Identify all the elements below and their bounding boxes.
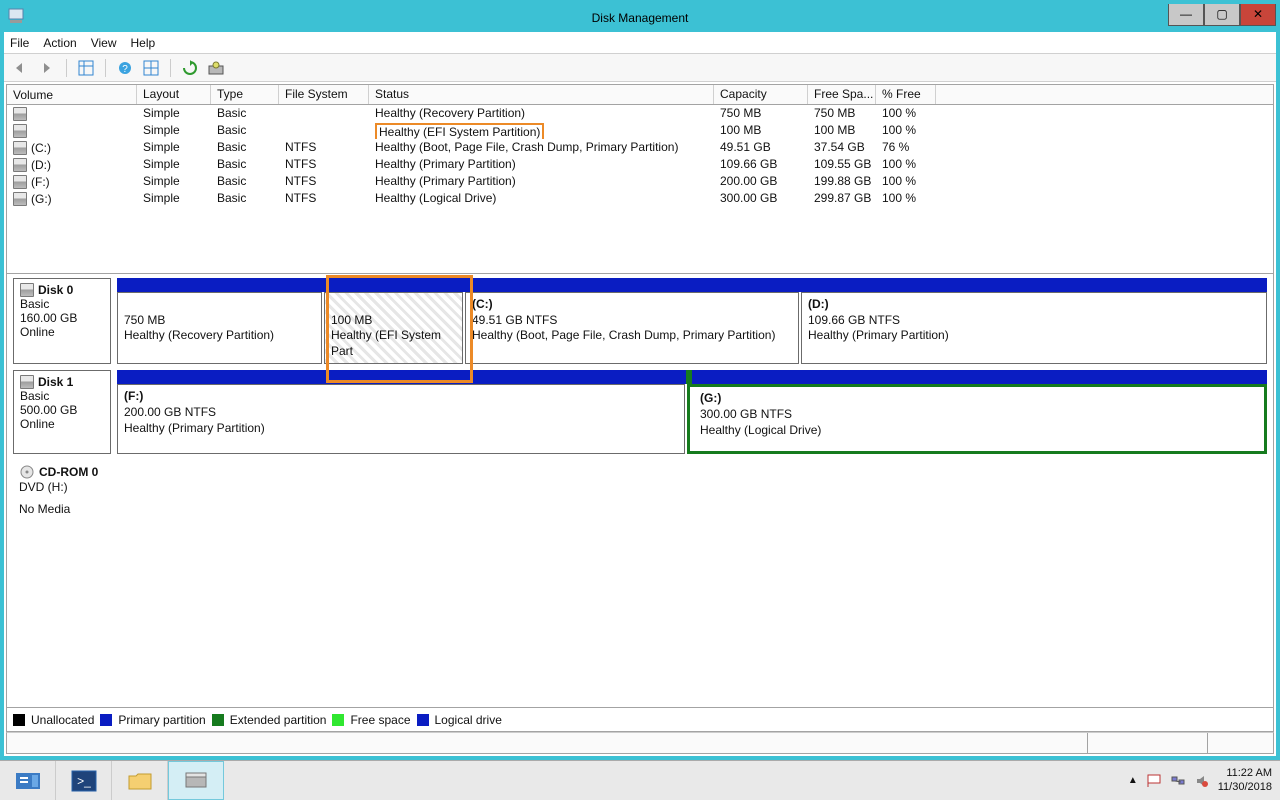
drive-icon — [13, 141, 27, 155]
disk1-stripe — [117, 370, 1267, 384]
volume-row[interactable]: (F:)SimpleBasicNTFSHealthy (Primary Part… — [7, 173, 1273, 190]
window-title: Disk Management — [592, 11, 689, 25]
disk0-title: Disk 0 — [38, 283, 73, 297]
volume-row[interactable]: (C:)SimpleBasicNTFSHealthy (Boot, Page F… — [7, 139, 1273, 156]
disk1-part-g[interactable]: (G:) 300.00 GB NTFS Healthy (Logical Dri… — [687, 384, 1267, 454]
drive-icon — [13, 158, 27, 172]
volume-list[interactable]: Volume Layout Type File System Status Ca… — [6, 84, 1274, 274]
disk0-part-c[interactable]: (C:) 49.51 GB NTFS Healthy (Boot, Page F… — [465, 292, 799, 364]
volume-rows: SimpleBasicHealthy (Recovery Partition)7… — [7, 105, 1273, 207]
disk0-part-d[interactable]: (D:) 109.66 GB NTFS Healthy (Primary Par… — [801, 292, 1267, 364]
start-button[interactable] — [0, 761, 56, 800]
maximize-button[interactable]: ▢ — [1204, 4, 1240, 26]
volume-row[interactable]: SimpleBasicHealthy (EFI System Partition… — [7, 122, 1273, 139]
refresh-icon[interactable] — [179, 57, 201, 79]
disk1-track: (F:) 200.00 GB NTFS Healthy (Primary Par… — [117, 370, 1267, 454]
disk0-size: 160.00 GB — [20, 311, 104, 325]
column-volume[interactable]: Volume — [7, 85, 137, 104]
menubar: File Action View Help — [4, 32, 1276, 54]
disk0-stripe — [117, 278, 1267, 292]
view-list-icon[interactable] — [75, 57, 97, 79]
legend: Unallocated Primary partition Extended p… — [6, 708, 1274, 732]
disk1-title: Disk 1 — [38, 375, 73, 389]
content-area: Volume Layout Type File System Status Ca… — [4, 82, 1276, 756]
volume-row[interactable]: (G:)SimpleBasicNTFSHealthy (Logical Driv… — [7, 190, 1273, 207]
volume-name: (G:) — [31, 192, 52, 206]
grid-icon[interactable] — [140, 57, 162, 79]
drive-icon — [13, 107, 27, 121]
cdrom-info: CD-ROM 0 DVD (H:) No Media — [13, 460, 213, 530]
tray-flag-icon[interactable] — [1146, 773, 1162, 789]
column-capacity[interactable]: Capacity — [714, 85, 808, 104]
column-type[interactable]: Type — [211, 85, 279, 104]
cdrom-icon — [19, 464, 35, 480]
disk-row-1[interactable]: Disk 1 Basic 500.00 GB Online (F:) 200.0… — [13, 370, 1267, 454]
drive-icon — [13, 124, 27, 138]
disk0-part-efi[interactable]: 100 MB Healthy (EFI System Part — [324, 292, 463, 364]
cdrom-title: CD-ROM 0 — [39, 465, 98, 479]
disk-icon — [20, 375, 34, 389]
column-layout[interactable]: Layout — [137, 85, 211, 104]
volume-row[interactable]: (D:)SimpleBasicNTFSHealthy (Primary Part… — [7, 156, 1273, 173]
column-pctfree[interactable]: % Free — [876, 85, 936, 104]
close-button[interactable]: ✕ — [1240, 4, 1276, 26]
disk0-info: Disk 0 Basic 160.00 GB Online — [13, 278, 111, 364]
app-window: Disk Management — ▢ ✕ File Action View H… — [0, 0, 1280, 760]
forward-button[interactable] — [36, 57, 58, 79]
clock-time: 11:22 AM — [1218, 767, 1272, 780]
disk-row-0[interactable]: Disk 0 Basic 160.00 GB Online 750 MB Hea… — [13, 278, 1267, 364]
column-free[interactable]: Free Spa... — [808, 85, 876, 104]
swatch-primary — [100, 714, 112, 726]
drive-icon — [13, 175, 27, 189]
volume-name: (D:) — [31, 158, 51, 172]
disk1-info: Disk 1 Basic 500.00 GB Online — [13, 370, 111, 454]
swatch-logical — [417, 714, 429, 726]
disk0-part-recovery[interactable]: 750 MB Healthy (Recovery Partition) — [117, 292, 322, 364]
titlebar[interactable]: Disk Management — ▢ ✕ — [4, 4, 1276, 32]
clock-date: 11/30/2018 — [1218, 781, 1272, 794]
disk0-type: Basic — [20, 297, 104, 311]
volume-header-row: Volume Layout Type File System Status Ca… — [7, 85, 1273, 105]
app-icon — [8, 8, 24, 24]
swatch-free — [332, 714, 344, 726]
swatch-extended — [212, 714, 224, 726]
volume-name: (F:) — [31, 175, 50, 189]
statusbar — [6, 732, 1274, 754]
task-explorer[interactable] — [112, 761, 168, 800]
disk0-track: 750 MB Healthy (Recovery Partition) 100 … — [117, 278, 1267, 364]
toolbar: ? — [4, 54, 1276, 82]
menu-view[interactable]: View — [91, 36, 117, 50]
minimize-button[interactable]: — — [1168, 4, 1204, 26]
taskbar[interactable]: >_ ▲ 11:22 AM 11/30/2018 — [0, 760, 1280, 800]
menu-help[interactable]: Help — [131, 36, 156, 50]
volume-row[interactable]: SimpleBasicHealthy (Recovery Partition)7… — [7, 105, 1273, 122]
task-powershell[interactable]: >_ — [56, 761, 112, 800]
svg-text:?: ? — [122, 64, 128, 75]
tray-expand-icon[interactable]: ▲ — [1128, 775, 1138, 786]
tray-network-icon[interactable] — [1170, 773, 1186, 789]
system-clock[interactable]: 11:22 AM 11/30/2018 — [1218, 767, 1272, 793]
swatch-unallocated — [13, 714, 25, 726]
disk-row-cdrom[interactable]: CD-ROM 0 DVD (H:) No Media — [13, 460, 1267, 530]
disk1-part-f[interactable]: (F:) 200.00 GB NTFS Healthy (Primary Par… — [117, 384, 685, 454]
tray-volume-icon[interactable] — [1194, 773, 1210, 789]
settings-icon[interactable] — [205, 57, 227, 79]
back-button[interactable] — [10, 57, 32, 79]
help-icon[interactable]: ? — [114, 57, 136, 79]
svg-text:>_: >_ — [77, 774, 91, 788]
drive-icon — [13, 192, 27, 206]
menu-file[interactable]: File — [10, 36, 29, 50]
task-diskmgmt[interactable] — [168, 761, 224, 800]
disk-icon — [20, 283, 34, 297]
column-status[interactable]: Status — [369, 85, 714, 104]
volume-name: (C:) — [31, 141, 51, 155]
graphical-view[interactable]: Disk 0 Basic 160.00 GB Online 750 MB Hea… — [6, 274, 1274, 708]
disk0-state: Online — [20, 325, 104, 339]
column-filesystem[interactable]: File System — [279, 85, 369, 104]
menu-action[interactable]: Action — [43, 36, 76, 50]
